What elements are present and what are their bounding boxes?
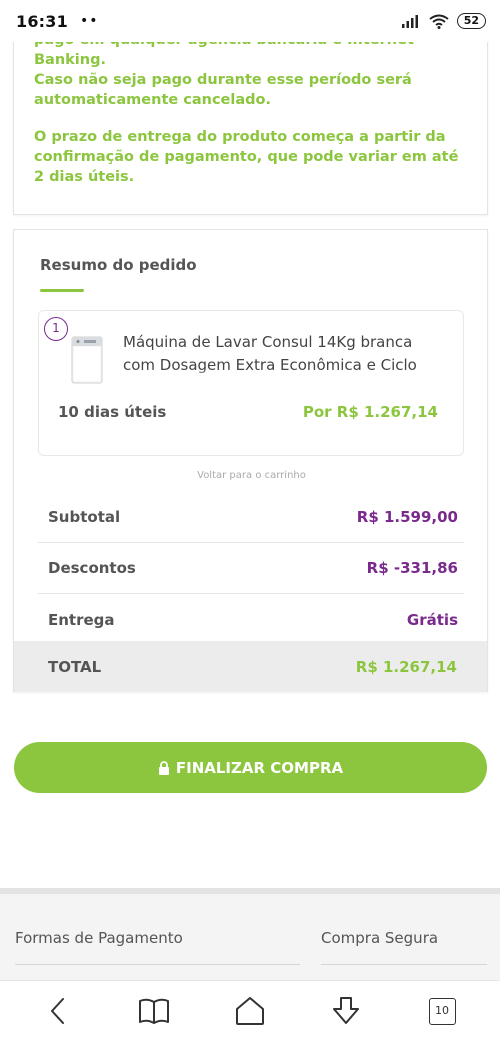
lock-icon — [158, 760, 169, 775]
delivery-days: 10 dias úteis — [58, 403, 167, 421]
subtotal-value: R$ 1.599,00 — [356, 508, 458, 526]
back-button[interactable] — [33, 986, 83, 1036]
payment-cancel-notice: Caso não seja pago durante esse período … — [34, 72, 412, 108]
discounts-row: Descontos R$ -331,86 — [38, 543, 464, 594]
home-icon — [236, 997, 264, 1025]
shipping-row: Entrega Grátis — [38, 594, 464, 645]
browser-nav-bar: 10 — [0, 980, 500, 1041]
order-summary-title: Resumo do pedido — [40, 256, 197, 274]
footer-divider-right — [321, 964, 487, 965]
subtotal-row: Subtotal R$ 1.599,00 — [38, 492, 464, 543]
tabs-icon: 10 — [428, 997, 456, 1025]
quantity-badge: 1 — [44, 317, 68, 341]
bookmarks-book-icon — [139, 998, 169, 1024]
washing-machine-image — [71, 336, 103, 384]
tabs-button[interactable]: 10 — [417, 986, 467, 1036]
download-button[interactable] — [321, 986, 371, 1036]
product-name-fade — [123, 369, 423, 387]
status-bar: 16:31 •• 52 — [0, 0, 500, 42]
subtotal-label: Subtotal — [48, 508, 121, 526]
battery-icon: 52 — [456, 13, 486, 29]
finalize-purchase-label: FINALIZAR COMPRA — [175, 758, 344, 777]
order-summary-card: Resumo do pedido 1 Máquina de Lavar Cons… — [13, 229, 488, 692]
shipping-value: Grátis — [406, 610, 458, 629]
title-underline — [40, 289, 84, 292]
total-value: R$ 1.267,14 — [355, 657, 457, 676]
wifi-icon — [429, 14, 449, 29]
download-icon — [333, 997, 359, 1024]
shipping-label: Entrega — [48, 610, 115, 629]
status-time: 16:31 — [16, 11, 68, 31]
back-to-cart-link[interactable]: Voltar para o carrinho — [14, 470, 489, 481]
footer-divider-left — [15, 964, 300, 965]
notification-dots-icon: •• — [79, 13, 99, 29]
discounts-value: R$ -331,86 — [366, 559, 458, 577]
home-button[interactable] — [225, 986, 275, 1036]
finalize-purchase-button[interactable]: FINALIZAR COMPRA — [14, 742, 487, 793]
delivery-time-notice: O prazo de entrega do produto começa a p… — [34, 129, 459, 185]
signal-icon — [401, 15, 418, 28]
discounts-label: Descontos — [48, 559, 136, 577]
bookmarks-button[interactable] — [129, 986, 179, 1036]
total-row: TOTAL R$ 1.267,14 — [14, 641, 487, 692]
product-price: Por R$ 1.267,14 — [302, 403, 438, 421]
secure-purchase-heading[interactable]: Compra Segura — [321, 929, 438, 947]
footer: Formas de Pagamento Compra Segura — [0, 894, 500, 994]
status-icons: 52 — [401, 13, 486, 29]
totals-list: Subtotal R$ 1.599,00 Descontos R$ -331,8… — [38, 492, 464, 645]
product-item[interactable]: 1 Máquina de Lavar Consul 14Kg branca co… — [38, 310, 464, 456]
back-icon — [51, 998, 64, 1024]
payment-methods-heading[interactable]: Formas de Pagamento — [15, 929, 183, 947]
total-label: TOTAL — [48, 657, 102, 676]
